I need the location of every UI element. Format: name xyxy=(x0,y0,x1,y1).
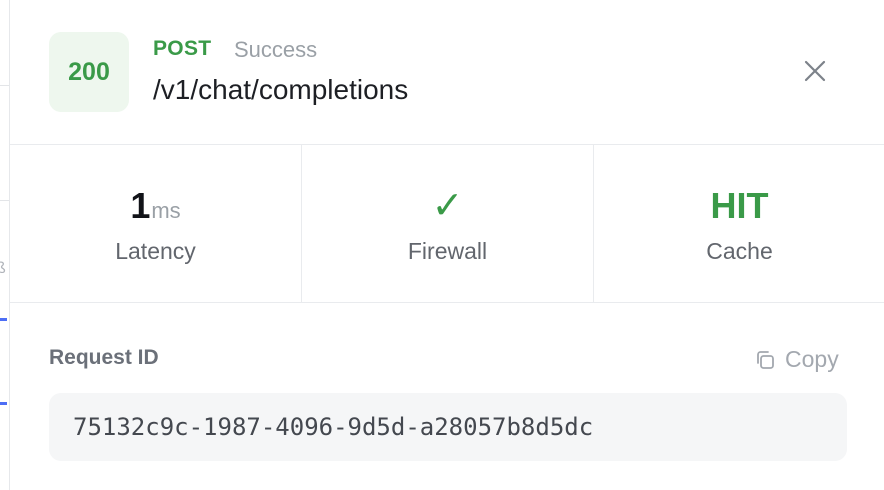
request-id-label: Request ID xyxy=(49,346,159,369)
background-accent xyxy=(0,402,7,405)
copy-button[interactable]: Copy xyxy=(754,346,839,373)
stat-cache: HIT Cache xyxy=(593,145,884,302)
background-divider xyxy=(0,85,9,86)
firewall-value: ✓ xyxy=(302,185,593,227)
panel-header: 200 POST Success /v1/chat/completions xyxy=(10,0,884,145)
latency-label: Latency xyxy=(115,238,196,264)
cache-label: Cache xyxy=(706,238,773,264)
close-icon xyxy=(804,60,826,87)
request-id-value: 75132c9c-1987-4096-9d5d-a28057b8d5dc xyxy=(73,413,594,441)
latency-unit: ms xyxy=(151,198,181,223)
close-button[interactable] xyxy=(798,56,832,90)
background-glyph: ß xyxy=(0,260,6,277)
http-method: POST xyxy=(153,37,212,60)
check-icon: ✓ xyxy=(431,185,464,227)
stats-row: 1 ms Latency ✓ Firewall HIT Cache xyxy=(10,145,884,303)
request-id-field[interactable]: 75132c9c-1987-4096-9d5d-a28057b8d5dc xyxy=(49,393,847,461)
status-code-badge: 200 xyxy=(49,32,129,112)
firewall-label: Firewall xyxy=(407,238,488,264)
request-detail-panel: 200 POST Success /v1/chat/completions 1 … xyxy=(9,0,884,490)
copy-icon xyxy=(754,349,776,371)
stat-latency: 1 ms Latency xyxy=(10,145,301,302)
endpoint-path: /v1/chat/completions xyxy=(153,74,409,105)
cache-status: HIT xyxy=(710,185,769,226)
copy-label: Copy xyxy=(785,346,839,372)
background-divider xyxy=(0,200,9,201)
background-accent xyxy=(0,318,7,321)
stat-firewall: ✓ Firewall xyxy=(301,145,593,302)
status-text: Success xyxy=(234,37,318,62)
cache-value: HIT xyxy=(594,185,884,227)
background-page: ß xyxy=(0,0,9,490)
latency-value: 1 ms xyxy=(10,185,301,227)
page: ß 200 POST Success /v1/chat/completions xyxy=(0,0,884,490)
latency-number: 1 xyxy=(130,185,151,226)
